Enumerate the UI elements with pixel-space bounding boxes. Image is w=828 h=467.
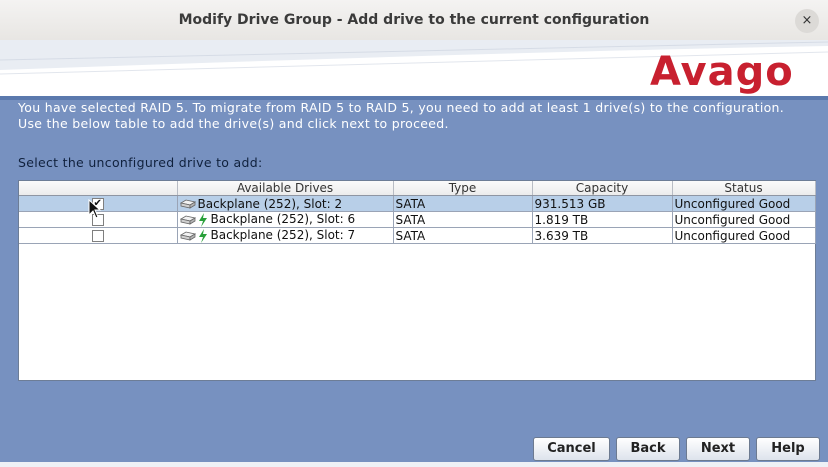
drive-name: Backplane (252), Slot: 6 — [210, 212, 356, 227]
drive-icon — [179, 199, 196, 209]
table-row[interactable]: Backplane (252), Slot: 6 SATA 1.819 TB U… — [19, 211, 816, 228]
table-row[interactable]: Backplane (252), Slot: 7 SATA 3.639 TB U… — [19, 227, 816, 244]
column-header-select[interactable] — [19, 181, 178, 196]
table-row[interactable]: ✔ Backplane (252), Slot: 2 SATA 931.513 … — [19, 195, 816, 212]
drive-type: SATA — [393, 211, 533, 228]
drive-icon — [179, 215, 196, 225]
close-icon: × — [801, 13, 813, 28]
cancel-button[interactable]: Cancel — [533, 437, 610, 461]
column-header-status[interactable]: Status — [672, 181, 816, 196]
close-button[interactable]: × — [795, 9, 819, 33]
lightning-icon — [198, 212, 207, 227]
drive-capacity: 931.513 GB — [532, 195, 673, 212]
drive-name: Backplane (252), Slot: 2 — [197, 196, 343, 211]
drive-type: SATA — [393, 195, 533, 212]
instruction-message: You have selected RAID 5. To migrate fro… — [18, 100, 785, 131]
help-button[interactable]: Help — [756, 437, 820, 461]
drive-capacity: 1.819 TB — [532, 211, 673, 228]
table-header: Available Drives Type Capacity Status — [19, 181, 816, 196]
back-button[interactable]: Back — [616, 437, 680, 461]
column-header-available-drives[interactable]: Available Drives — [177, 181, 394, 196]
title-bar: Modify Drive Group - Add drive to the cu… — [0, 0, 828, 41]
drive-status: Unconfigured Good — [672, 211, 816, 228]
mouse-cursor-icon — [88, 199, 102, 219]
drive-status: Unconfigured Good — [672, 195, 816, 212]
drive-checkbox[interactable] — [91, 230, 104, 242]
avago-logo: Avago — [650, 49, 794, 95]
drive-table[interactable]: Available Drives Type Capacity Status ✔ … — [18, 180, 816, 381]
column-header-capacity[interactable]: Capacity — [532, 181, 673, 196]
header-banner: Avago — [0, 40, 828, 99]
drive-icon — [179, 231, 196, 241]
drive-capacity: 3.639 TB — [532, 227, 673, 244]
lightning-icon — [198, 228, 207, 243]
drive-status: Unconfigured Good — [672, 227, 816, 244]
select-prompt: Select the unconfigured drive to add: — [18, 155, 263, 170]
background-window-strip — [0, 462, 828, 467]
next-button[interactable]: Next — [686, 437, 750, 461]
drive-name: Backplane (252), Slot: 7 — [210, 228, 356, 243]
drive-type: SATA — [393, 227, 533, 244]
window-title: Modify Drive Group - Add drive to the cu… — [178, 12, 650, 28]
column-header-type[interactable]: Type — [393, 181, 533, 196]
